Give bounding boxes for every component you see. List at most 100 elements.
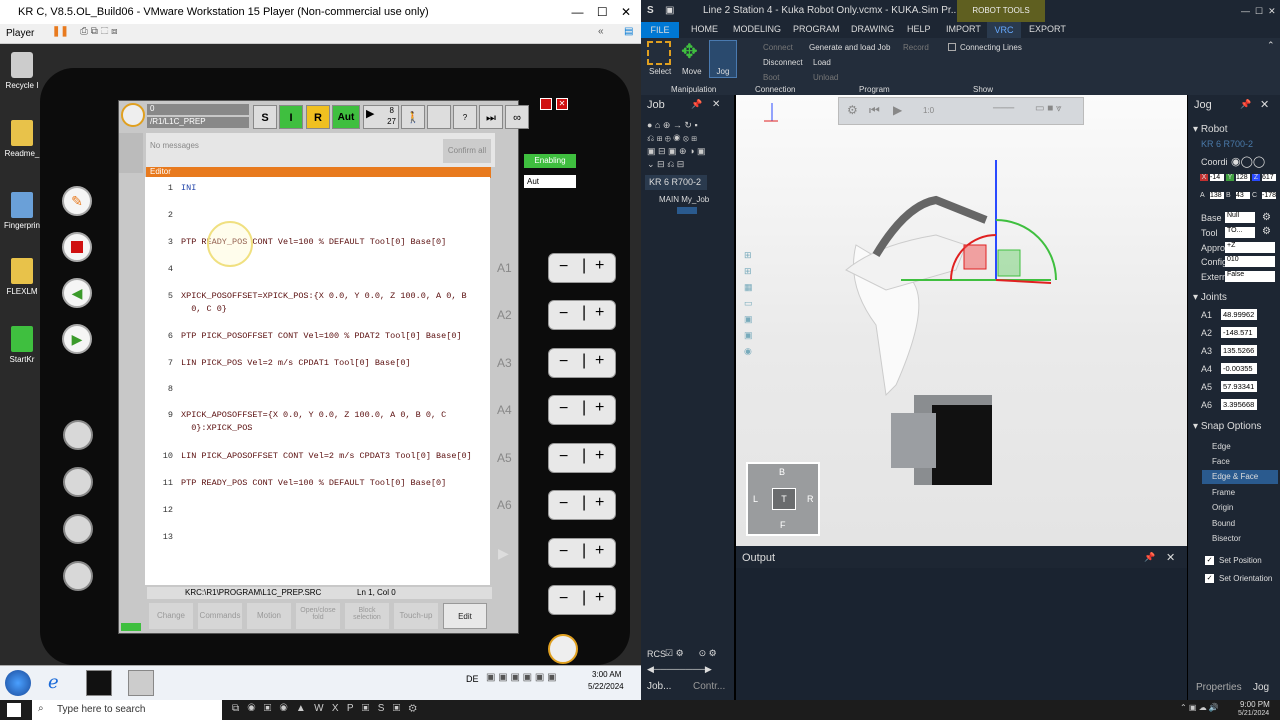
select-icon[interactable] [647, 41, 671, 65]
snap-bisector[interactable]: Bisector [1212, 534, 1241, 543]
mode-aut-button[interactable]: Aut [332, 105, 360, 129]
confirm-all-button[interactable]: Confirm all [443, 139, 491, 163]
connect-button[interactable]: Connect [763, 43, 793, 52]
gear-icon[interactable]: ⚙ [1262, 226, 1271, 237]
gear-icon[interactable]: ⚙ [1262, 212, 1271, 223]
commands-button[interactable]: Commands [198, 603, 242, 629]
joint-value-a3[interactable]: 135.5266 [1221, 345, 1257, 356]
code-line[interactable]: 10 LIN PICK_APOSOFFSET CONT Vel=2 m/s CPD… [145, 451, 490, 461]
jog-key-extra[interactable]: − | + [548, 585, 616, 615]
robot-section-header[interactable]: ▾ Robot [1193, 124, 1228, 135]
jog-key-a1[interactable]: − | + [548, 253, 616, 283]
joint-value-a1[interactable]: 48.99962 [1221, 309, 1257, 320]
record-button[interactable]: Record [903, 43, 929, 52]
player-menu[interactable]: Player [6, 28, 34, 39]
pencil-icon[interactable]: ✎ [62, 186, 92, 216]
job-footer-tab[interactable]: Job... [647, 681, 671, 692]
skip-icon[interactable]: ⏭ [479, 105, 503, 129]
joint-value-a6[interactable]: 3.395668 [1221, 399, 1257, 410]
desktop-icon-recycle[interactable]: Recycle I [0, 52, 44, 90]
base-select[interactable]: Null [1225, 212, 1255, 223]
status-r-button[interactable]: R [306, 105, 330, 129]
ie-icon[interactable]: ℯ [48, 672, 70, 694]
jog-key-a2[interactable]: − | + [548, 300, 616, 330]
jog-button[interactable]: Jog [709, 40, 737, 78]
softkey-3[interactable] [63, 514, 93, 544]
tab-import[interactable]: IMPORT [946, 24, 981, 34]
start-backward-button[interactable]: ◀ [62, 278, 92, 308]
pin-icon[interactable]: 📌 [691, 99, 702, 110]
jog-key-override[interactable]: − | + [548, 538, 616, 568]
language-indicator[interactable]: DE [466, 674, 479, 684]
pin-icon[interactable]: 📌 [1144, 552, 1155, 563]
rcs-controls[interactable]: ☑ ⚙ ⊙ ⚙ [665, 648, 717, 659]
jog-key-a4[interactable]: − | + [548, 395, 616, 425]
windows-start-icon[interactable] [5, 670, 31, 696]
close-icon[interactable]: ✕ [712, 99, 720, 110]
block-selection-button[interactable]: Block selection [345, 603, 389, 629]
generate-load-job-button[interactable]: Generate and load Job [809, 43, 890, 52]
window-controls[interactable]: — ☐ ✕ [572, 0, 631, 24]
3d-viewport[interactable]: ⚙ ⏮ ▶ 1:0 ─── ▭ ■ ⩔ ⊞ ⊞ ▦ ▭ ▣ ▣ ◉ B L T R F [736, 95, 1187, 546]
close-icon[interactable]: ✕ [1166, 551, 1175, 564]
tab-program[interactable]: PROGRAM [793, 24, 840, 34]
boot-button[interactable]: Boot [763, 73, 779, 82]
tool-select[interactable]: TO... [1225, 227, 1255, 238]
code-line[interactable]: 2 [145, 210, 490, 220]
help-icon[interactable]: ? [453, 105, 477, 129]
code-line[interactable]: 8 [145, 384, 490, 394]
stop-button[interactable] [62, 232, 92, 262]
disconnect-button[interactable]: Disconnect [763, 58, 803, 67]
tab-modeling[interactable]: MODELING [733, 24, 781, 34]
taskbar-pinned-icons[interactable]: ⧉ ◉ ▣ ◉ ▲ W X P ▣ S ▣ ⚙ [232, 703, 417, 714]
joint-value-a4[interactable]: -0.00355 [1221, 363, 1257, 374]
view-side-toolbar[interactable]: ⊞ ⊞ ▦ ▭ ▣ ▣ ◉ [744, 247, 758, 387]
joints-section-header[interactable]: ▾ Joints [1193, 292, 1227, 303]
extern-select[interactable]: False [1225, 271, 1275, 282]
tray-icons[interactable]: ▣ ▣ ▣ ▣ ▣ ▣ [486, 672, 557, 683]
code-line[interactable]: 4 [145, 264, 490, 274]
snap-face[interactable]: Face [1212, 457, 1230, 466]
desktop-icon-readme[interactable]: Readme_ [0, 120, 44, 158]
snap-edge[interactable]: Edge [1212, 442, 1231, 451]
jog-key-a5[interactable]: − | + [548, 443, 616, 473]
code-line[interactable]: 7 LIN PICK_POS Vel=2 m/s CPDAT1 Tool[0] B… [145, 358, 490, 368]
code-line[interactable]: 13 [145, 532, 490, 542]
controller-footer-tab[interactable]: Contr... [693, 681, 725, 692]
set-orientation-checkbox[interactable]: ✓ [1205, 574, 1214, 583]
cmd-icon[interactable] [86, 670, 112, 696]
softkey-4[interactable] [63, 561, 93, 591]
close-icon[interactable]: ✕ [556, 98, 568, 110]
status-i-button[interactable]: I [279, 105, 303, 129]
infinity-icon[interactable]: ∞ [505, 105, 529, 129]
code-line[interactable]: 12 [145, 505, 490, 515]
xyz-row[interactable]: X -14 Y 128 Z 617 [1200, 174, 1278, 186]
set-position-checkbox[interactable]: ✓ [1205, 556, 1214, 565]
app-s-icon[interactable]: S [647, 0, 654, 22]
change-button[interactable]: Change [149, 603, 193, 629]
snap-bound[interactable]: Bound [1212, 519, 1235, 528]
tab-file[interactable]: FILE [641, 22, 679, 38]
desktop-icon-fingerprint[interactable]: Fingerprin [0, 192, 44, 230]
job-toolbar-icons[interactable]: ● ⌂ ⊕ → ↻ ▪ ⎌ ⊞ ⊕ ◉ ⊗ ⊞ ▣ ⊟ ▣ ⊕ ◑ ▣ ⌄ ⊟ ⎌ ⊟ [647, 119, 729, 171]
joint-value-a5[interactable]: 57.93341 [1221, 381, 1257, 392]
connecting-lines-checkbox[interactable] [948, 43, 956, 51]
code-line[interactable]: 5 XPICK_POSOFFSET=XPICK_POS:{X 0.0, Y 0.0… [145, 291, 490, 301]
snap-edge-and-face[interactable]: Edge & Face [1212, 472, 1258, 481]
walk-icon[interactable]: 🚶 [401, 105, 425, 129]
kuka-logo-icon[interactable] [121, 103, 145, 127]
collapse-ribbon-icon[interactable]: ⌃ [1267, 40, 1275, 51]
tab-vrc[interactable]: VRC [987, 22, 1021, 38]
play-icon[interactable]: ▶ [498, 545, 509, 562]
override-button[interactable]: ▶ 8 27 [363, 105, 399, 129]
code-line[interactable]: 6 PTP PICK_POSOFFSET CONT Vel=100 % PDAT2… [145, 331, 490, 341]
jog-key-a3[interactable]: − | + [548, 348, 616, 378]
config-select[interactable]: 010 [1225, 256, 1275, 267]
desktop-icon-flexlm[interactable]: FLEXLM [0, 258, 44, 296]
minimize-icon[interactable] [540, 98, 552, 110]
coord-radio-group[interactable]: ◉◯◯ [1231, 155, 1265, 168]
vm-tool-icons[interactable]: ⎙ ⧉ ⬚ ⧈ [80, 26, 118, 37]
motion-button[interactable]: Motion [247, 603, 291, 629]
close-icon[interactable]: ✕ [1260, 98, 1269, 111]
program-editor[interactable]: 1 INI 2 3 PTP READY_POS CONT Vel=100 % DEF… [145, 177, 490, 585]
